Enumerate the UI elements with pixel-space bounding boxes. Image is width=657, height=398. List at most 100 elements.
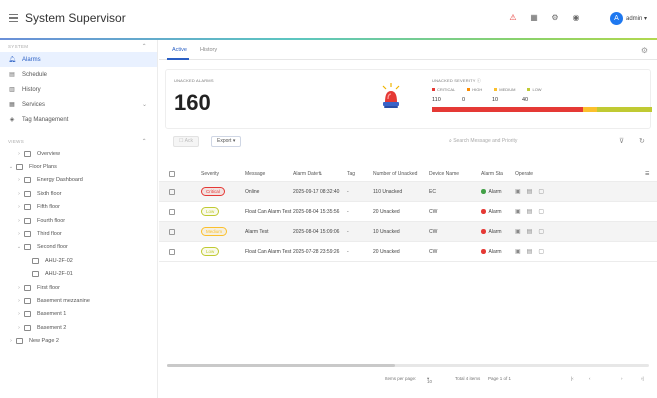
last-page-icon[interactable]: ›| bbox=[641, 376, 644, 381]
column-settings-icon[interactable]: ☰ bbox=[645, 166, 649, 181]
expand-icon[interactable]: › bbox=[16, 218, 22, 224]
tree-item[interactable]: › Fifth floor bbox=[0, 201, 157, 214]
app-title: System Supervisor bbox=[25, 11, 126, 25]
legend-label: MEDIUM bbox=[499, 87, 516, 92]
avatar[interactable]: A bbox=[610, 12, 623, 25]
comment-icon[interactable]: ▢ bbox=[538, 248, 544, 255]
sidebar-item-schedule[interactable]: ▤ Schedule bbox=[0, 67, 157, 82]
tag-cell: - bbox=[347, 188, 349, 195]
column-header[interactable]: Message bbox=[245, 166, 265, 181]
tree-item[interactable]: ⌄ Floor Plans bbox=[0, 160, 157, 173]
tree-item[interactable]: › Energy Dashboard bbox=[0, 174, 157, 187]
column-header[interactable]: Tag bbox=[347, 166, 355, 181]
first-page-icon[interactable]: |‹ bbox=[571, 376, 574, 381]
tree-item[interactable]: › New Page 2 bbox=[0, 334, 157, 347]
ack-button[interactable]: ☐ Ack bbox=[173, 136, 199, 147]
expand-icon[interactable]: › bbox=[16, 298, 22, 304]
next-page-icon[interactable]: › bbox=[621, 376, 623, 381]
expand-icon[interactable]: › bbox=[16, 311, 22, 317]
sidebar-section-views[interactable]: VIEWS ⌃ bbox=[0, 135, 157, 147]
comment-icon[interactable]: ▢ bbox=[538, 188, 544, 195]
sidebar-item-services[interactable]: ▦ Services ⌄ bbox=[0, 97, 157, 112]
tree-item[interactable]: › First floor bbox=[0, 281, 157, 294]
menu-icon[interactable] bbox=[9, 14, 18, 22]
column-header[interactable]: Severity bbox=[201, 166, 219, 181]
table-row[interactable]: Low Float Can Alarm Test 2025-08-04 15:35:… bbox=[159, 202, 657, 222]
column-header[interactable]: Device Name bbox=[429, 166, 459, 181]
tree-item[interactable]: › Overview bbox=[0, 147, 157, 160]
unacked-alarms-count: 160 bbox=[174, 90, 211, 115]
tab-history[interactable]: History bbox=[200, 47, 217, 53]
severity-bar-segment bbox=[583, 107, 597, 112]
sidebar-section-system[interactable]: SYSTEM ⌃ bbox=[0, 40, 157, 52]
table-row[interactable]: Medium Alarm Test 2025-08-04 15:09:06- 10 U… bbox=[159, 222, 657, 242]
tree-item[interactable]: › Sixth floor bbox=[0, 187, 157, 200]
horizontal-scrollbar[interactable] bbox=[167, 364, 649, 367]
services-icon: ▦ bbox=[9, 102, 15, 108]
column-header[interactable]: Alarm Date ⇅ bbox=[293, 166, 322, 181]
expand-icon[interactable]: › bbox=[16, 177, 22, 183]
acknowledge-icon[interactable]: ▣ bbox=[515, 188, 521, 195]
sidebar-item-history[interactable]: ▥ History bbox=[0, 82, 157, 97]
search-input[interactable]: ⌕ Search Message and Priority bbox=[449, 136, 549, 147]
row-checkbox[interactable] bbox=[169, 182, 175, 201]
page-size-select[interactable]: 10 ▾ bbox=[427, 376, 432, 384]
settings-icon[interactable]: ⚙ bbox=[550, 13, 560, 23]
detail-icon[interactable]: ▤ bbox=[527, 188, 533, 195]
sidebar-item-tag-management[interactable]: ◈ Tag Management bbox=[0, 112, 157, 127]
info-icon[interactable]: ⓘ bbox=[477, 78, 481, 83]
detail-icon[interactable]: ▤ bbox=[527, 208, 533, 215]
collapse-icon[interactable]: ⌄ bbox=[8, 164, 14, 170]
column-header-label: Operate bbox=[515, 170, 534, 177]
sort-icon[interactable]: ⇅ bbox=[318, 171, 322, 177]
row-checkbox[interactable] bbox=[169, 202, 175, 221]
tree-item[interactable]: ⌄ Second floor bbox=[0, 241, 157, 254]
alarm-bell-icon[interactable]: ⚠ bbox=[508, 13, 518, 23]
checkbox-box bbox=[169, 170, 175, 177]
table-row[interactable]: Critical Online 2025-09-17 08:32:40- 110 Un… bbox=[159, 182, 657, 202]
tree-item[interactable]: › Fourth floor bbox=[0, 214, 157, 227]
refresh-icon[interactable]: ↻ bbox=[639, 137, 645, 145]
calendar-icon[interactable]: ▦ bbox=[529, 13, 539, 23]
column-header[interactable]: Alarm Sta bbox=[481, 166, 503, 181]
tree-item[interactable]: › Basement 1 bbox=[0, 308, 157, 321]
collapse-icon[interactable]: ⌄ bbox=[16, 244, 22, 250]
expand-icon[interactable]: › bbox=[16, 285, 22, 291]
column-header[interactable]: Operate bbox=[515, 166, 533, 181]
detail-icon[interactable]: ▤ bbox=[527, 248, 533, 255]
device-cell: CW bbox=[429, 208, 438, 215]
tree-item[interactable]: › Third floor bbox=[0, 227, 157, 240]
select-all-checkbox[interactable] bbox=[169, 166, 175, 181]
comment-icon[interactable]: ▢ bbox=[538, 208, 544, 215]
column-header[interactable]: Number of Unacked bbox=[373, 166, 417, 181]
user-name[interactable]: admin ▾ bbox=[626, 15, 647, 22]
tree-item[interactable]: › Basement mezzanine bbox=[0, 294, 157, 307]
detail-icon[interactable]: ▤ bbox=[527, 228, 533, 235]
sidebar-item-alarms[interactable]: 🔔︎ Alarms bbox=[0, 52, 157, 67]
expand-icon[interactable]: › bbox=[16, 231, 22, 237]
language-icon[interactable]: ◉ bbox=[571, 13, 581, 23]
comment-icon[interactable]: ▢ bbox=[538, 228, 544, 235]
severity-bar bbox=[432, 107, 652, 112]
filter-icon[interactable]: ⊽ bbox=[619, 137, 624, 145]
expand-icon[interactable]: › bbox=[16, 204, 22, 210]
severity-values: 110 0 10 40 bbox=[432, 97, 552, 103]
export-button[interactable]: Export ▾ bbox=[211, 136, 242, 147]
acknowledge-icon[interactable]: ▣ bbox=[515, 208, 521, 215]
settings-icon[interactable]: ⚙ bbox=[641, 46, 648, 55]
row-checkbox[interactable] bbox=[169, 222, 175, 241]
expand-icon[interactable]: › bbox=[16, 191, 22, 197]
acknowledge-icon[interactable]: ▣ bbox=[515, 228, 521, 235]
tree-item[interactable]: AHU-2F-01 bbox=[0, 268, 157, 281]
tree-item[interactable]: › Basement 2 bbox=[0, 321, 157, 334]
sidebar: SYSTEM ⌃ 🔔︎ Alarms ▤ Schedule ▥ History ▦ Servic… bbox=[0, 40, 158, 398]
expand-icon[interactable]: › bbox=[8, 338, 14, 344]
row-checkbox[interactable] bbox=[169, 242, 175, 261]
tree-item[interactable]: AHU-2F-02 bbox=[0, 254, 157, 267]
expand-icon[interactable]: › bbox=[16, 151, 22, 157]
acknowledge-icon[interactable]: ▣ bbox=[515, 248, 521, 255]
prev-page-icon[interactable]: ‹ bbox=[589, 376, 591, 381]
expand-icon[interactable]: › bbox=[16, 325, 22, 331]
tab-active[interactable]: Active bbox=[172, 47, 187, 53]
table-row[interactable]: Low Float Can Alarm Test 2025-07-28 23:59:… bbox=[159, 242, 657, 262]
